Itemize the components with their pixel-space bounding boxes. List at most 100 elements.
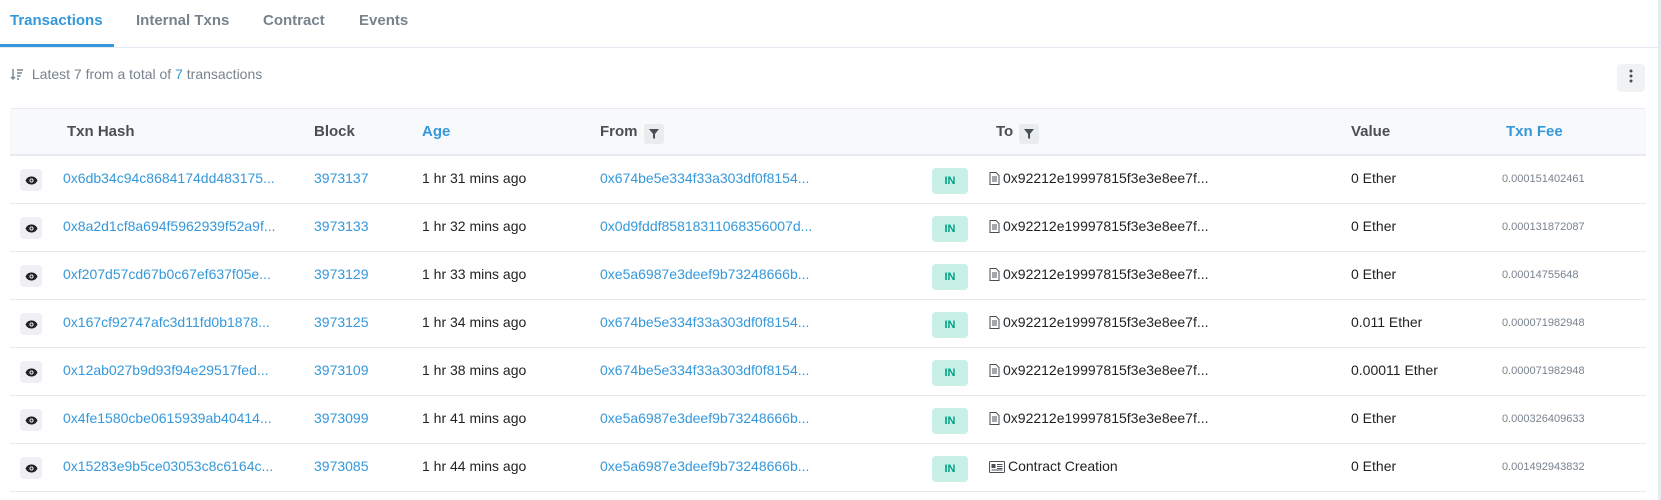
filter-icon bbox=[648, 129, 659, 139]
block-link[interactable]: 3973085 bbox=[314, 458, 369, 474]
contract-doc-icon bbox=[989, 316, 1000, 332]
eye-icon bbox=[25, 176, 38, 185]
contract-doc-icon bbox=[989, 268, 1000, 284]
value-text: 0.00011 Ether bbox=[1351, 362, 1438, 378]
from-filter-button[interactable] bbox=[643, 124, 664, 144]
view-details-button[interactable] bbox=[20, 313, 42, 335]
to-address[interactable]: 0x92212e19997815f3e3e8ee7f... bbox=[989, 362, 1209, 380]
view-details-button[interactable] bbox=[20, 361, 42, 383]
to-address: Contract Creation bbox=[989, 458, 1118, 476]
table-row: 0x15283e9b5ce03053c8c6164c... 3973085 1 hr… bbox=[10, 444, 1646, 492]
header-txn-fee[interactable]: Txn Fee bbox=[1506, 123, 1563, 140]
to-address[interactable]: 0x92212e19997815f3e3e8ee7f... bbox=[989, 266, 1209, 284]
tab-events[interactable]: Events bbox=[359, 12, 408, 29]
block-link[interactable]: 3973099 bbox=[314, 410, 369, 426]
to-address-text[interactable]: 0x92212e19997815f3e3e8ee7f... bbox=[1003, 170, 1209, 186]
view-details-button[interactable] bbox=[20, 217, 42, 239]
txn-hash-link[interactable]: 0x12ab027b9d93f94e29517fed... bbox=[63, 362, 269, 378]
eye-icon bbox=[25, 416, 38, 425]
vertical-dots-icon bbox=[1629, 69, 1633, 88]
header-txn-hash: Txn Hash bbox=[67, 123, 135, 140]
header-age[interactable]: Age bbox=[422, 123, 450, 140]
from-address-link[interactable]: 0xe5a6987e3deef9b73248666b... bbox=[600, 458, 809, 474]
table-row: 0x12ab027b9d93f94e29517fed... 3973109 1 hr… bbox=[10, 348, 1646, 396]
from-address-link[interactable]: 0xe5a6987e3deef9b73248666b... bbox=[600, 410, 809, 426]
to-address-text[interactable]: 0x92212e19997815f3e3e8ee7f... bbox=[1003, 266, 1209, 282]
to-address-text[interactable]: 0x92212e19997815f3e3e8ee7f... bbox=[1003, 362, 1209, 378]
summary-count[interactable]: 7 bbox=[175, 66, 183, 82]
txn-fee-text: 0.000131872087 bbox=[1502, 221, 1585, 233]
header-to: To bbox=[996, 123, 1040, 144]
tab-internal-txns[interactable]: Internal Txns bbox=[136, 12, 229, 29]
block-link[interactable]: 3973133 bbox=[314, 218, 369, 234]
transactions-table: Txn Hash Block Age From To Value Txn Fee… bbox=[10, 108, 1646, 492]
contract-doc-icon bbox=[989, 172, 1000, 188]
txn-fee-text: 0.000326409633 bbox=[1502, 413, 1585, 425]
contract-doc-icon bbox=[989, 412, 1000, 428]
contract-doc-icon bbox=[989, 220, 1000, 236]
age-text: 1 hr 41 mins ago bbox=[422, 410, 527, 426]
direction-badge: IN bbox=[932, 168, 968, 194]
table-row: 0xf207d57cd67b0c67ef637f05e... 3973129 1 h… bbox=[10, 252, 1646, 300]
view-details-button[interactable] bbox=[20, 409, 42, 431]
txn-hash-link[interactable]: 0xf207d57cd67b0c67ef637f05e... bbox=[63, 266, 271, 282]
from-address-link[interactable]: 0xe5a6987e3deef9b73248666b... bbox=[600, 266, 809, 282]
age-text: 1 hr 33 mins ago bbox=[422, 266, 527, 282]
table-body: 0x6db34c94c8684174dd483175... 3973137 1 hr… bbox=[10, 156, 1646, 492]
to-address-text[interactable]: 0x92212e19997815f3e3e8ee7f... bbox=[1003, 218, 1209, 234]
direction-badge: IN bbox=[932, 408, 968, 434]
tab-transactions[interactable]: Transactions bbox=[10, 12, 103, 29]
view-details-button[interactable] bbox=[20, 457, 42, 479]
view-details-button[interactable] bbox=[20, 169, 42, 191]
value-text: 0 Ether bbox=[1351, 218, 1397, 234]
txn-hash-link[interactable]: 0x6db34c94c8684174dd483175... bbox=[63, 170, 275, 186]
age-text: 1 hr 44 mins ago bbox=[422, 458, 527, 474]
filter-icon bbox=[1024, 129, 1035, 139]
table-header: Txn Hash Block Age From To Value Txn Fee bbox=[10, 108, 1646, 156]
to-address[interactable]: 0x92212e19997815f3e3e8ee7f... bbox=[989, 170, 1209, 188]
block-link[interactable]: 3973129 bbox=[314, 266, 369, 282]
tab-contract[interactable]: Contract bbox=[263, 12, 325, 29]
to-address[interactable]: 0x92212e19997815f3e3e8ee7f... bbox=[989, 410, 1209, 428]
header-from: From bbox=[600, 123, 664, 144]
value-text: 0 Ether bbox=[1351, 410, 1397, 426]
header-value: Value bbox=[1351, 123, 1391, 140]
block-link[interactable]: 3973137 bbox=[314, 170, 369, 186]
view-details-button[interactable] bbox=[20, 265, 42, 287]
txn-hash-link[interactable]: 0x15283e9b5ce03053c8c6164c... bbox=[63, 458, 273, 474]
to-address[interactable]: 0x92212e19997815f3e3e8ee7f... bbox=[989, 314, 1209, 332]
eye-icon bbox=[25, 320, 38, 329]
eye-icon bbox=[25, 272, 38, 281]
value-text: 0 Ether bbox=[1351, 170, 1397, 186]
tab-bar: Transactions Internal Txns Contract Even… bbox=[0, 0, 1658, 48]
summary-prefix: Latest 7 from a total of bbox=[31, 66, 172, 82]
value-text: 0.011 Ether bbox=[1351, 314, 1423, 330]
txn-hash-link[interactable]: 0x4fe1580cbe0615939ab40414... bbox=[63, 410, 272, 426]
table-row: 0x167cf92747afc3d11fd0b1878... 3973125 1 h… bbox=[10, 300, 1646, 348]
txn-hash-link[interactable]: 0x8a2d1cf8a694f5962939f52a9f... bbox=[63, 218, 276, 234]
txn-fee-text: 0.000071982948 bbox=[1502, 365, 1585, 377]
to-address-text[interactable]: 0x92212e19997815f3e3e8ee7f... bbox=[1003, 410, 1209, 426]
age-text: 1 hr 31 mins ago bbox=[422, 170, 527, 186]
block-link[interactable]: 3973125 bbox=[314, 314, 369, 330]
value-text: 0 Ether bbox=[1351, 266, 1397, 282]
from-address-link[interactable]: 0x674be5e334f33a303df0f8154... bbox=[600, 314, 809, 330]
txn-fee-text: 0.001492943832 bbox=[1502, 461, 1585, 473]
table-row: 0x4fe1580cbe0615939ab40414... 3973099 1 hr… bbox=[10, 396, 1646, 444]
from-address-link[interactable]: 0x0d9fddf85818311068356007d... bbox=[600, 218, 812, 234]
to-address-text[interactable]: 0x92212e19997815f3e3e8ee7f... bbox=[1003, 314, 1209, 330]
direction-badge: IN bbox=[932, 264, 968, 290]
eye-icon bbox=[25, 224, 38, 233]
direction-badge: IN bbox=[932, 456, 968, 482]
to-address[interactable]: 0x92212e19997815f3e3e8ee7f... bbox=[989, 218, 1209, 236]
direction-badge: IN bbox=[932, 360, 968, 386]
more-options-button[interactable] bbox=[1617, 64, 1645, 92]
table-row: 0x6db34c94c8684174dd483175... 3973137 1 hr… bbox=[10, 156, 1646, 204]
header-to-label: To bbox=[996, 123, 1014, 140]
block-link[interactable]: 3973109 bbox=[314, 362, 369, 378]
from-address-link[interactable]: 0x674be5e334f33a303df0f8154... bbox=[600, 170, 809, 186]
txn-hash-link[interactable]: 0x167cf92747afc3d11fd0b1878... bbox=[63, 314, 270, 330]
to-filter-button[interactable] bbox=[1019, 124, 1040, 144]
from-address-link[interactable]: 0x674be5e334f33a303df0f8154... bbox=[600, 362, 809, 378]
age-text: 1 hr 32 mins ago bbox=[422, 218, 527, 234]
